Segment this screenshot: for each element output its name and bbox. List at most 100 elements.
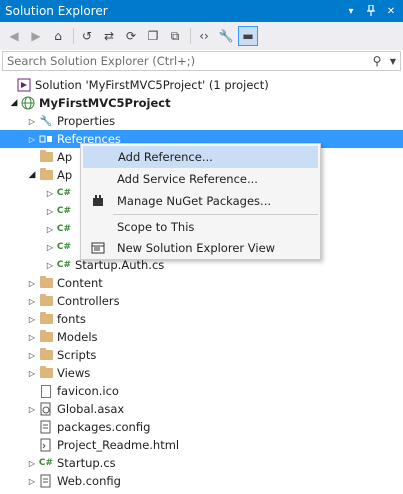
history-icon[interactable]: ↺	[77, 26, 97, 46]
solution-label: Solution 'MyFirstMVC5Project' (1 project…	[35, 78, 269, 92]
close-icon[interactable]: ✕	[383, 3, 399, 19]
csharp-file-icon: C#	[56, 224, 72, 234]
manage-nuget-label: Manage NuGet Packages...	[117, 194, 272, 208]
scripts-label: Scripts	[57, 348, 97, 362]
collapse-all-icon[interactable]: ❐	[143, 26, 163, 46]
menu-item-add-reference[interactable]: Add Reference...	[83, 146, 318, 168]
views-label: Views	[57, 366, 91, 380]
menu-item-new-view[interactable]: New Solution Explorer View	[83, 237, 318, 259]
tree-node-solution[interactable]: Solution 'MyFirstMVC5Project' (1 project…	[0, 76, 403, 94]
add-reference-label: Add Reference...	[118, 150, 213, 164]
context-menu: Add Reference... Add Service Reference..…	[80, 143, 321, 260]
properties-icon[interactable]: 🔧	[216, 26, 236, 46]
pin-icon[interactable]	[363, 3, 379, 19]
collapsed-arrow-icon[interactable]: ▷	[26, 351, 38, 360]
models-label: Models	[57, 330, 98, 344]
collapsed-arrow-icon[interactable]: ▷	[26, 117, 38, 126]
web-project-icon	[20, 95, 36, 111]
menu-item-add-service-reference[interactable]: Add Service Reference...	[83, 168, 318, 190]
tree-node-project[interactable]: ◢ MyFirstMVC5Project	[0, 94, 403, 112]
search-icon[interactable]: ⚲	[368, 54, 386, 68]
config-file-icon	[38, 419, 54, 435]
toolbar: ◀ ▶ ⌂ ↺ ⇄ ⟳ ❐ ⧉ ‹› 🔧 ▬	[0, 22, 403, 50]
tree-node-views[interactable]: ▷ Views	[0, 364, 403, 382]
tree-node-global-asax[interactable]: ▷ Global.asax	[0, 400, 403, 418]
controllers-label: Controllers	[57, 294, 120, 308]
search-box: ⚲ ▼	[2, 51, 401, 71]
chevron-down-icon[interactable]: ▾	[343, 3, 359, 19]
toolbar-separator	[73, 28, 74, 44]
collapsed-arrow-icon[interactable]: ▷	[26, 369, 38, 378]
collapsed-arrow-icon[interactable]: ▷	[26, 333, 38, 342]
menu-separator	[113, 214, 318, 215]
search-options-icon[interactable]: ▼	[386, 57, 400, 66]
new-view-label: New Solution Explorer View	[117, 241, 276, 255]
csharp-file-icon: C#	[56, 260, 72, 270]
collapsed-arrow-icon[interactable]: ▷	[44, 189, 56, 198]
title-bar: Solution Explorer ▾ ✕	[0, 0, 403, 22]
tree-node-fonts[interactable]: ▷ fonts	[0, 310, 403, 328]
tree-node-properties[interactable]: ▷ 🔧 Properties	[0, 112, 403, 130]
properties-label: Properties	[57, 114, 116, 128]
tree-node-scripts[interactable]: ▷ Scripts	[0, 346, 403, 364]
collapsed-arrow-icon[interactable]: ▷	[26, 459, 38, 468]
back-icon[interactable]: ◀	[4, 26, 24, 46]
collapsed-arrow-icon[interactable]: ▷	[26, 477, 38, 486]
menu-item-manage-nuget[interactable]: Manage NuGet Packages...	[83, 190, 318, 212]
menu-item-scope-to-this[interactable]: Scope to This	[83, 216, 318, 238]
view-code-icon[interactable]: ‹›	[194, 26, 214, 46]
show-all-files-icon[interactable]: ⧉	[165, 26, 185, 46]
collapsed-arrow-icon[interactable]: ▷	[44, 243, 56, 252]
tree-node-models[interactable]: ▷ Models	[0, 328, 403, 346]
collapsed-arrow-icon[interactable]: ▷	[44, 225, 56, 234]
tree-node-controllers[interactable]: ▷ Controllers	[0, 292, 403, 310]
expanded-arrow-icon[interactable]: ◢	[8, 98, 20, 108]
collapsed-arrow-icon[interactable]: ▷	[26, 297, 38, 306]
add-service-reference-label: Add Service Reference...	[117, 172, 258, 186]
nuget-icon	[83, 195, 113, 207]
startup-auth-label: Startup.Auth.cs	[75, 258, 165, 272]
image-file-icon	[38, 383, 54, 399]
window-title: Solution Explorer	[5, 4, 108, 18]
config-file-icon	[38, 473, 54, 489]
refresh-icon[interactable]: ⟳	[121, 26, 141, 46]
csharp-file-icon: C#	[56, 188, 72, 198]
collapsed-arrow-icon[interactable]: ▷	[44, 261, 56, 270]
global-asax-icon	[38, 401, 54, 417]
search-input[interactable]	[3, 54, 368, 68]
solution-icon	[16, 77, 32, 93]
app-start-label: Ap	[57, 168, 73, 182]
forward-icon[interactable]: ▶	[26, 26, 46, 46]
folder-icon	[38, 149, 54, 165]
folder-icon	[38, 347, 54, 363]
collapsed-arrow-icon[interactable]: ▷	[26, 405, 38, 414]
tree-node-content[interactable]: ▷ Content	[0, 274, 403, 292]
csharp-file-icon: C#	[38, 458, 54, 468]
tree-node-startup[interactable]: ▷ C# Startup.cs	[0, 454, 403, 472]
new-view-icon	[83, 242, 113, 254]
tree-node-favicon[interactable]: favicon.ico	[0, 382, 403, 400]
collapsed-arrow-icon[interactable]: ▷	[44, 207, 56, 216]
folder-icon	[38, 311, 54, 327]
preview-icon[interactable]: ▬	[238, 26, 258, 46]
collapsed-arrow-icon[interactable]: ▷	[26, 315, 38, 324]
folder-icon	[38, 275, 54, 291]
collapsed-arrow-icon[interactable]: ▷	[26, 279, 38, 288]
expanded-arrow-icon[interactable]: ◢	[26, 170, 38, 180]
fonts-label: fonts	[57, 312, 86, 326]
content-label: Content	[57, 276, 103, 290]
startup-label: Startup.cs	[57, 456, 116, 470]
project-label: MyFirstMVC5Project	[39, 96, 171, 110]
scope-to-this-label: Scope to This	[117, 220, 195, 234]
tree-node-readme[interactable]: Project_Readme.html	[0, 436, 403, 454]
wrench-icon: 🔧	[39, 115, 53, 127]
folder-icon	[38, 365, 54, 381]
html-file-icon	[38, 437, 54, 453]
sync-icon[interactable]: ⇄	[99, 26, 119, 46]
toolbar-separator	[190, 28, 191, 44]
home-icon[interactable]: ⌂	[48, 26, 68, 46]
tree-node-packages-config[interactable]: packages.config	[0, 418, 403, 436]
collapsed-arrow-icon[interactable]: ▷	[26, 135, 38, 144]
tree-node-web-config[interactable]: ▷ Web.config	[0, 472, 403, 490]
readme-label: Project_Readme.html	[57, 438, 180, 452]
